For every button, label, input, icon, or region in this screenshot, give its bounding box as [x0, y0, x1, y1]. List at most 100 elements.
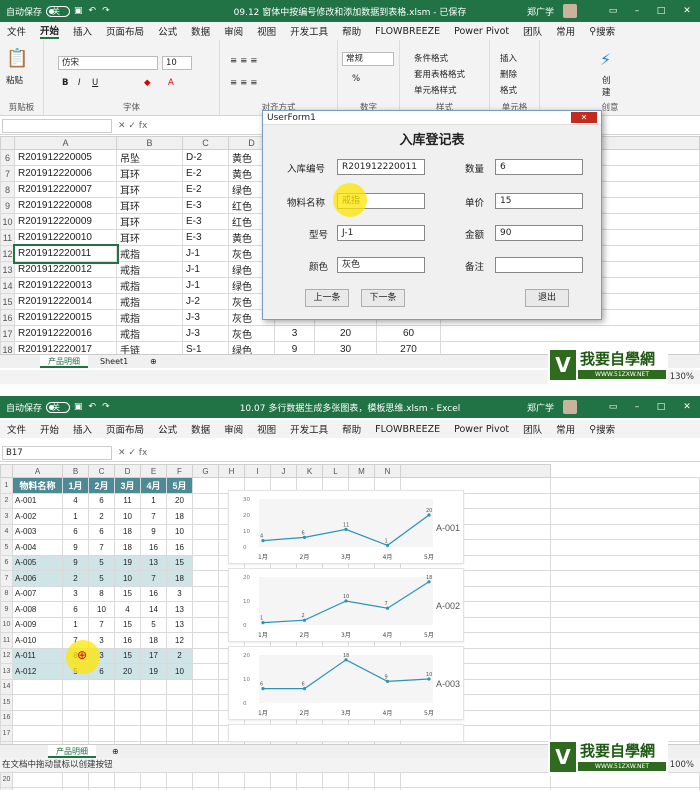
row-header[interactable]: 1	[0, 477, 13, 494]
cell[interactable]	[88, 678, 115, 695]
cell[interactable]: 10	[166, 523, 193, 540]
font-size-select[interactable]: 10	[162, 56, 192, 70]
row-header[interactable]: 9	[0, 197, 15, 214]
cell[interactable]: 6	[62, 523, 89, 540]
cell[interactable]: 耳环	[116, 181, 183, 198]
row-header[interactable]: 12	[0, 245, 15, 262]
cell[interactable]: A-012	[12, 663, 63, 680]
col-header[interactable]: M	[348, 464, 375, 478]
search-label[interactable]: 搜索	[596, 24, 615, 38]
row-header[interactable]: 14	[0, 678, 13, 695]
paste-button[interactable]: 粘贴	[6, 74, 23, 86]
cell[interactable]: 戒指	[116, 261, 183, 278]
cell[interactable]: 9	[140, 523, 167, 540]
cell[interactable]: 3	[62, 585, 89, 602]
search-label[interactable]: 搜索	[596, 422, 615, 436]
amount-field[interactable]: 90	[495, 225, 583, 241]
close-icon[interactable]: ✕	[676, 0, 698, 22]
tab-common[interactable]: 常用	[556, 24, 575, 38]
tab-help[interactable]: 帮助	[342, 24, 361, 38]
cell[interactable]	[192, 647, 219, 664]
cell[interactable]	[374, 771, 401, 788]
col-header[interactable]: I	[244, 464, 271, 478]
ribbon-display-icon[interactable]: ▭	[602, 396, 624, 418]
cell[interactable]	[12, 709, 63, 726]
cell[interactable]: 6	[88, 523, 115, 540]
ribbon-display-icon[interactable]: ▭	[602, 0, 624, 22]
tab-file[interactable]: 文件	[7, 24, 26, 38]
cell[interactable]: E-3	[182, 213, 229, 230]
cell[interactable]: 19	[140, 663, 167, 680]
user-name[interactable]: 郑广学	[527, 5, 554, 18]
cell[interactable]: 18	[114, 523, 141, 540]
col-header[interactable]: B	[62, 464, 89, 478]
cell[interactable]: 灰色	[228, 325, 275, 342]
cell[interactable]: A-003	[12, 523, 63, 540]
row-header[interactable]: 16	[0, 709, 13, 726]
prev-button[interactable]: 上一条	[305, 289, 349, 307]
row-header[interactable]: 17	[0, 325, 15, 342]
cell[interactable]	[192, 663, 219, 680]
paste-icon[interactable]: 📋	[6, 48, 28, 69]
cell[interactable]	[12, 725, 63, 742]
row-header[interactable]: 5	[0, 539, 13, 556]
cell[interactable]: 15	[114, 647, 141, 664]
tab-developer[interactable]: 开发工具	[290, 24, 328, 38]
cell[interactable]	[296, 771, 323, 788]
id-field[interactable]: R201912220011	[337, 159, 425, 175]
tab-home[interactable]: 开始	[40, 422, 59, 436]
cell[interactable]: E-3	[182, 197, 229, 214]
cell[interactable]: 14	[140, 601, 167, 618]
cell[interactable]	[114, 678, 141, 695]
cell[interactable]	[166, 678, 193, 695]
col-header[interactable]: C	[88, 464, 115, 478]
cell[interactable]	[244, 771, 271, 788]
fx-icon[interactable]: ✕ ✓ fx	[118, 448, 147, 458]
corner[interactable]	[0, 136, 15, 150]
tab-data[interactable]: 数据	[191, 422, 210, 436]
save-icon[interactable]: ▣	[74, 6, 83, 16]
redo-icon[interactable]: ↷	[102, 6, 110, 16]
add-sheet-icon[interactable]: ⊕	[104, 745, 127, 758]
cell[interactable]: R201912220016	[14, 325, 117, 342]
cell[interactable]: 9	[62, 539, 89, 556]
cell[interactable]: 耳环	[116, 213, 183, 230]
tab-review[interactable]: 审阅	[224, 24, 243, 38]
cell[interactable]: 2	[62, 570, 89, 587]
cell[interactable]: R201912220012	[14, 261, 117, 278]
cell[interactable]: R201912220006	[14, 165, 117, 182]
cell[interactable]	[140, 725, 167, 742]
cell[interactable]	[114, 771, 141, 788]
cell[interactable]: 3	[274, 325, 315, 342]
cell[interactable]	[62, 771, 89, 788]
cell[interactable]	[62, 694, 89, 711]
cell[interactable]: 13	[166, 601, 193, 618]
cell[interactable]	[88, 694, 115, 711]
line-chart[interactable]: 0 10 20 6 1月 6 2月 18 3月 9 4月 10 5月	[228, 646, 464, 720]
cell[interactable]	[114, 694, 141, 711]
align-icons[interactable]: ≡≡≡	[230, 56, 260, 66]
cell[interactable]	[440, 325, 700, 342]
cell[interactable]	[166, 694, 193, 711]
row-header[interactable]: 7	[0, 165, 15, 182]
cell[interactable]	[140, 771, 167, 788]
format-cells-button[interactable]: 格式	[500, 84, 517, 96]
delete-cells-button[interactable]: 删除	[500, 68, 517, 80]
zoom-level[interactable]: 100%	[670, 758, 694, 772]
cell[interactable]: A-009	[12, 616, 63, 633]
col-header[interactable]	[0, 464, 13, 478]
minimize-icon[interactable]: –	[626, 0, 648, 22]
cell[interactable]	[192, 709, 219, 726]
tab-help[interactable]: 帮助	[342, 422, 361, 436]
undo-icon[interactable]: ↶	[89, 6, 97, 16]
cell[interactable]: 4	[62, 492, 89, 509]
cell[interactable]: 5	[88, 570, 115, 587]
tab-formulas[interactable]: 公式	[158, 24, 177, 38]
cell[interactable]: 1月	[62, 477, 89, 494]
cell[interactable]: J-3	[182, 325, 229, 342]
cell[interactable]: A-005	[12, 554, 63, 571]
cell[interactable]: 8	[88, 585, 115, 602]
fx-icon[interactable]: ✕ ✓ fx	[118, 121, 147, 131]
insert-cells-button[interactable]: 插入	[500, 52, 517, 64]
cell[interactable]: 10	[114, 508, 141, 525]
